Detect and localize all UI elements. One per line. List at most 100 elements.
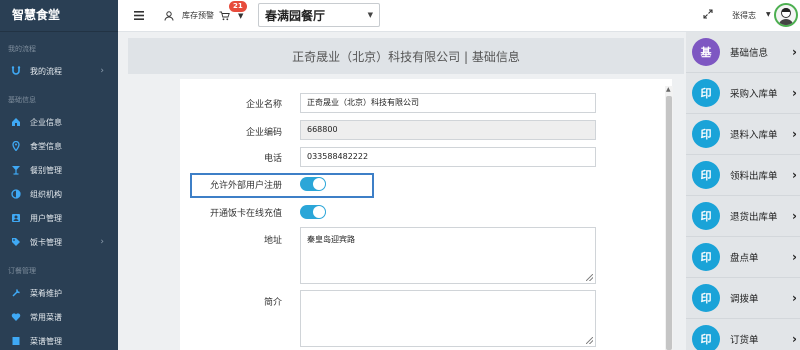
tag-icon <box>10 236 22 248</box>
company-info-form: 企业名称 正奇晟业（北京）科技有限公司 企业编码 668800 电话 03358… <box>180 79 672 350</box>
rp-item-label: 领料出库单 <box>730 171 778 182</box>
print-icon: 印 <box>692 325 720 350</box>
org-icon <box>10 188 22 200</box>
rp-item-return-in[interactable]: 印 退料入库单 › <box>686 114 800 155</box>
rp-item-label: 订货单 <box>730 335 759 346</box>
rp-item-transfer[interactable]: 印 调拨单 › <box>686 278 800 319</box>
right-panel: 基 基础信息 › 印 采购入库单 › 印 退料入库单 › 印 领料出库单 › 印… <box>686 32 800 350</box>
sidebar-item-label: 食堂信息 <box>30 141 62 151</box>
print-icon: 印 <box>692 243 720 271</box>
company-code-label: 企业编码 <box>245 128 282 138</box>
sidebar-item-my-flow[interactable]: 我的流程 › <box>0 59 118 83</box>
sidebar-item-label: 菜肴维护 <box>30 288 62 298</box>
rp-item-label: 调拨单 <box>730 294 759 305</box>
rp-item-purchase-in[interactable]: 印 采购入库单 › <box>686 73 800 114</box>
menu-toggle-icon[interactable] <box>132 9 146 23</box>
address-value: 秦皇岛迎宾路 <box>307 235 355 244</box>
sidebar-item-users[interactable]: 用户管理 <box>0 206 118 230</box>
print-icon: 印 <box>692 202 720 230</box>
intro-textarea[interactable] <box>300 290 596 347</box>
sidebar-item-label: 我的流程 <box>30 66 62 76</box>
rp-item-label: 退料入库单 <box>730 130 778 141</box>
sidebar-item-label: 企业信息 <box>30 117 62 127</box>
chevron-right-icon: › <box>792 291 797 305</box>
cart-icon[interactable] <box>218 10 230 22</box>
sidebar-section-title: 基础信息 <box>8 96 36 104</box>
caret-down-icon[interactable]: ▼ <box>238 12 243 20</box>
rp-item-basic-info[interactable]: 基 基础信息 › <box>686 32 800 73</box>
sidebar-item-label: 餐别管理 <box>30 165 62 175</box>
card-recharge-toggle[interactable] <box>300 205 326 219</box>
sidebar-item-label: 常用菜谱 <box>30 312 62 322</box>
rp-item-inventory-check[interactable]: 印 盘点单 › <box>686 237 800 278</box>
page-title: 正奇晟业（北京）科技有限公司 | 基础信息 <box>128 38 684 74</box>
sidebar-item-meal-cards[interactable]: 饭卡管理 › <box>0 230 118 254</box>
address-label: 地址 <box>263 236 282 246</box>
chevron-right-icon: › <box>100 66 104 76</box>
cup-icon <box>10 164 22 176</box>
sidebar-item-organization[interactable]: 组织机构 <box>0 182 118 206</box>
scrollbar[interactable]: ▲ <box>665 86 673 350</box>
caret-down-icon[interactable]: ▼ <box>766 11 771 18</box>
chevron-right-icon: › <box>792 250 797 264</box>
rp-item-label: 采购入库单 <box>730 89 778 100</box>
chevron-right-icon: › <box>792 209 797 223</box>
restaurant-name: 春满园餐厅 <box>265 8 326 23</box>
fullscreen-icon[interactable] <box>703 9 715 21</box>
stock-badge: 21 <box>229 1 247 12</box>
chevron-right-icon: › <box>792 168 797 182</box>
intro-label: 简介 <box>263 298 282 308</box>
sidebar-item-common-recipes[interactable]: 常用菜谱 <box>0 305 118 329</box>
sidebar-item-meal-types[interactable]: 餐别管理 <box>0 158 118 182</box>
highlight-box <box>190 173 374 198</box>
card-recharge-label: 开通饭卡在线充值 <box>209 209 282 219</box>
sidebar-item-label: 组织机构 <box>30 189 62 199</box>
resize-grip-icon[interactable] <box>586 337 593 344</box>
home-icon <box>10 116 22 128</box>
main-content: 正奇晟业（北京）科技有限公司 | 基础信息 企业名称 正奇晟业（北京）科技有限公… <box>118 32 686 350</box>
stock-warning-link[interactable]: 库存预警 <box>182 10 214 21</box>
rp-item-return-out[interactable]: 印 退货出库单 › <box>686 196 800 237</box>
sidebar-item-label: 饭卡管理 <box>30 237 62 247</box>
rp-item-order[interactable]: 印 订货单 › <box>686 319 800 350</box>
chevron-right-icon: › <box>100 237 104 247</box>
app-brand: 智慧食堂 <box>0 0 118 32</box>
print-icon: 印 <box>692 161 720 189</box>
toggle-knob <box>313 206 325 218</box>
tool-icon <box>10 287 22 299</box>
sidebar-item-recipe-management[interactable]: 菜谱管理 <box>0 329 118 350</box>
resize-grip-icon[interactable] <box>586 274 593 281</box>
print-icon: 印 <box>692 120 720 148</box>
heart-icon <box>10 311 22 323</box>
chevron-right-icon: › <box>792 45 797 59</box>
sidebar-item-canteen-info[interactable]: 食堂信息 <box>0 134 118 158</box>
avatar[interactable] <box>774 3 798 27</box>
phone-input[interactable]: 033588482222 <box>300 147 596 167</box>
scrollbar-thumb[interactable] <box>666 96 672 350</box>
company-name-input[interactable]: 正奇晟业（北京）科技有限公司 <box>300 93 596 113</box>
caret-down-icon: ▼ <box>367 11 373 19</box>
company-code-input[interactable]: 668800 <box>300 120 596 140</box>
rp-item-material-out[interactable]: 印 领料出库单 › <box>686 155 800 196</box>
sidebar-item-company-info[interactable]: 企业信息 <box>0 110 118 134</box>
person-icon[interactable] <box>162 9 176 23</box>
company-name-label: 企业名称 <box>245 100 282 110</box>
address-textarea[interactable]: 秦皇岛迎宾路 <box>300 227 596 284</box>
rp-item-label: 盘点单 <box>730 253 759 264</box>
phone-label: 电话 <box>263 154 282 164</box>
flow-icon <box>10 65 22 77</box>
book-icon <box>10 335 22 347</box>
sidebar-item-label: 用户管理 <box>30 213 62 223</box>
basic-info-icon: 基 <box>692 38 720 66</box>
restaurant-select[interactable]: 春满园餐厅 ▼ <box>258 3 380 27</box>
sidebar-item-dish-maintenance[interactable]: 菜肴维护 <box>0 281 118 305</box>
username[interactable]: 张得志 <box>732 10 756 21</box>
rp-item-label: 退货出库单 <box>730 212 778 223</box>
print-icon: 印 <box>692 79 720 107</box>
scroll-up-icon[interactable]: ▲ <box>666 86 671 93</box>
sidebar-item-label: 菜谱管理 <box>30 336 62 346</box>
chevron-right-icon: › <box>792 332 797 346</box>
rp-item-label: 基础信息 <box>730 48 769 59</box>
chevron-right-icon: › <box>792 86 797 100</box>
user-icon <box>10 212 22 224</box>
